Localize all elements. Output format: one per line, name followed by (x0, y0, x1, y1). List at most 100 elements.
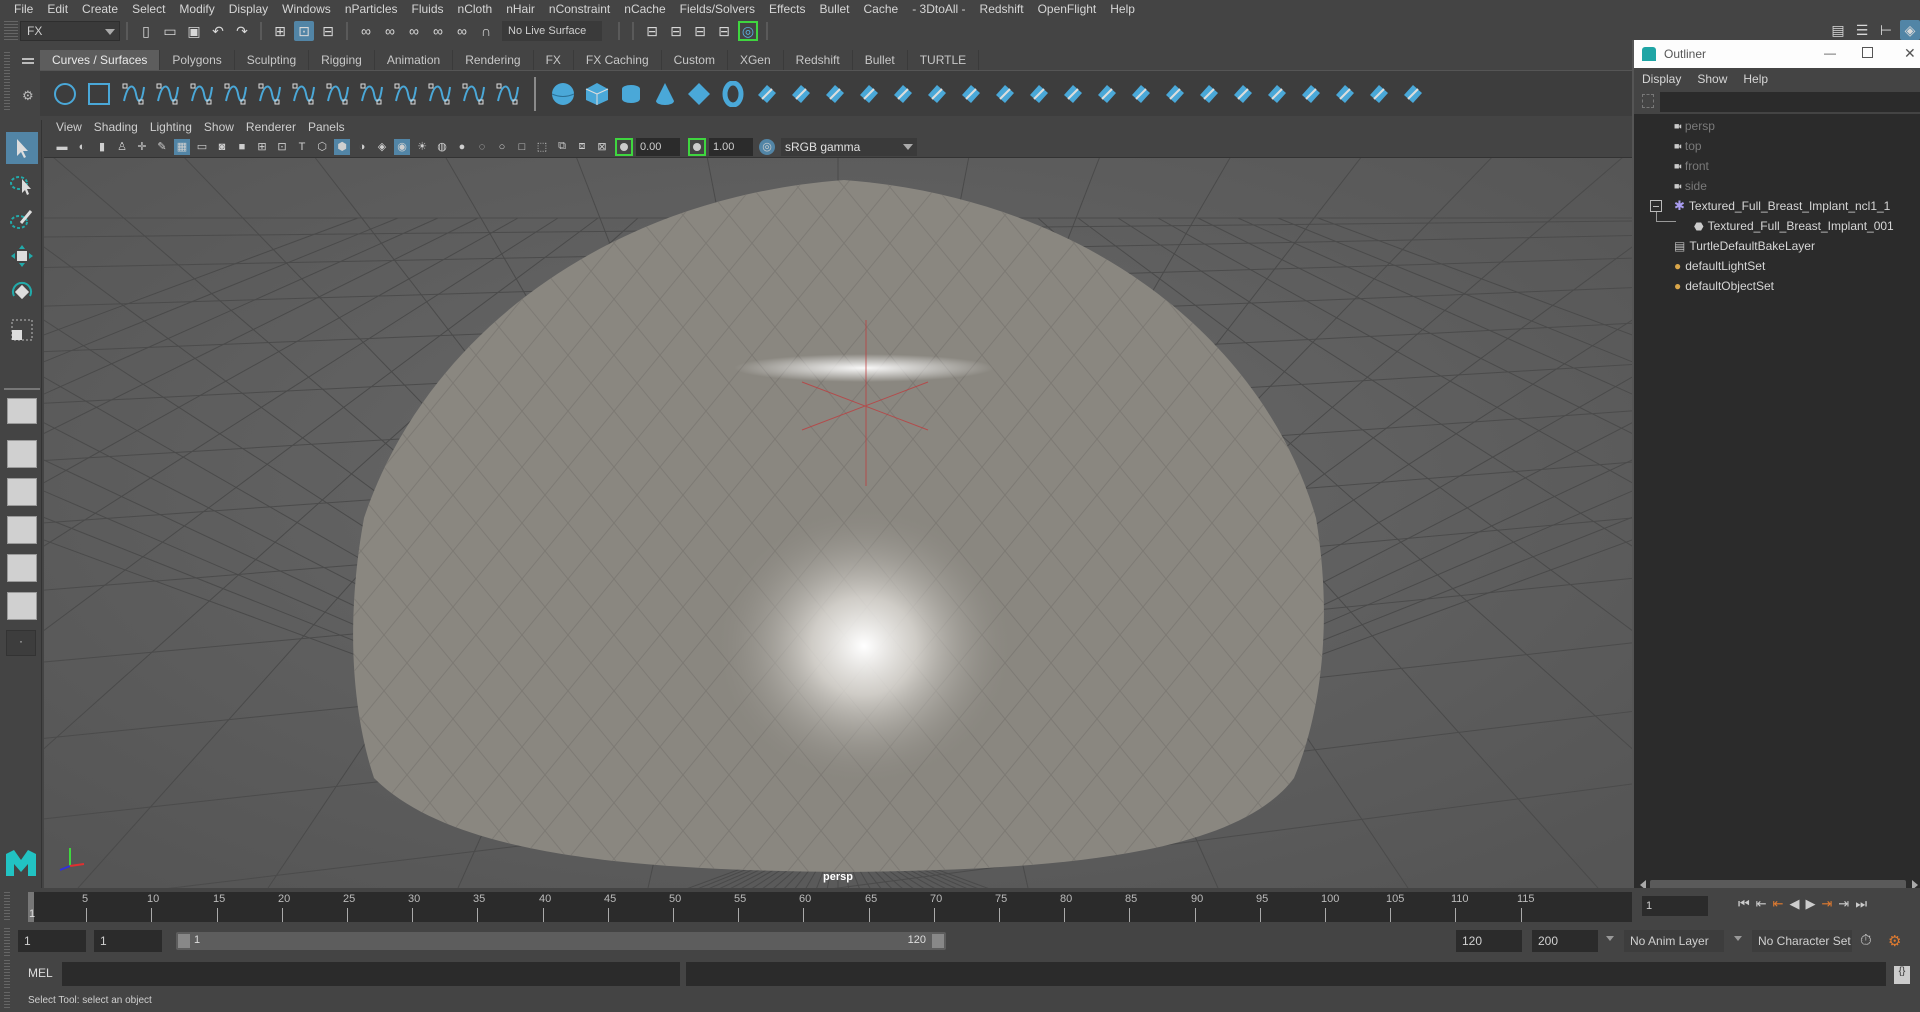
detach-curve-icon[interactable] (460, 81, 486, 107)
exposure-field[interactable]: 0.00 (636, 137, 680, 156)
menu-item[interactable]: Display (223, 2, 276, 16)
menu-item[interactable]: nCloth (452, 2, 501, 16)
panel-menu-item[interactable]: Lighting (146, 120, 200, 134)
shelf-tab[interactable]: Redshift (783, 50, 853, 70)
gamma-field[interactable]: 1.00 (709, 137, 753, 156)
menuset-dropdown[interactable]: FX (20, 21, 120, 41)
nurbs-sphere-icon[interactable] (550, 81, 576, 107)
rebuild-curve-icon[interactable] (392, 81, 418, 107)
shelf-tab[interactable]: Polygons (160, 50, 235, 70)
depth-of-field-icon[interactable]: □ (514, 139, 530, 155)
shelf-tab[interactable]: TURTLE (907, 50, 980, 70)
minimize-icon[interactable]: — (1824, 46, 1836, 60)
attach-surface-icon[interactable] (1162, 81, 1188, 107)
menu-item[interactable]: Create (76, 2, 126, 16)
isolate-select-icon[interactable]: ⬚ (534, 139, 550, 155)
outliner-item[interactable]: ▤ TurtleDefaultBakeLayer (1674, 236, 1815, 256)
shelf-settings-icon[interactable]: ⚙ (22, 88, 34, 104)
outliner-menu-item[interactable]: Display (1642, 72, 1697, 86)
color-management-icon[interactable]: ◎ (759, 138, 775, 155)
nurbs-torus-icon[interactable] (720, 80, 746, 107)
select-object-icon[interactable]: ⊡ (294, 21, 314, 41)
film-gate-icon[interactable]: ▭ (194, 139, 210, 155)
open-close-icon[interactable] (1230, 81, 1256, 107)
shadows-icon[interactable]: ◍ (434, 139, 450, 155)
view-transform-dropdown[interactable]: sRGB gamma (781, 137, 917, 156)
four-view-layout-icon[interactable] (7, 440, 37, 468)
drag-handle[interactable] (4, 52, 10, 112)
wireframe-icon[interactable]: ⬡ (314, 139, 330, 155)
viewport-persp[interactable]: persp (44, 158, 1632, 888)
xray-components-icon[interactable]: ⊠ (594, 139, 610, 155)
curve-fillet-icon[interactable] (290, 81, 316, 107)
more-layouts-icon[interactable]: · (6, 630, 36, 656)
multisample-aa-icon[interactable]: ○ (494, 139, 510, 155)
birail-icon[interactable] (890, 81, 916, 107)
untrim-icon[interactable] (1128, 81, 1154, 107)
outliner-item[interactable]: ● defaultLightSet (1674, 256, 1765, 276)
panel-menu-item[interactable]: View (52, 120, 90, 134)
pencil-curve-icon[interactable] (154, 81, 180, 107)
drag-handle[interactable] (4, 960, 10, 988)
outliner-item[interactable]: ■◖ top (1674, 136, 1702, 156)
scale-tool-icon[interactable] (6, 314, 38, 346)
save-scene-icon[interactable]: ▣ (184, 21, 204, 41)
menu-item[interactable]: Help (1104, 2, 1143, 16)
anim-layer-dropdown[interactable]: No Anim Layer (1624, 930, 1724, 952)
loft-icon[interactable] (788, 81, 814, 107)
gate-mask-icon[interactable]: ■ (234, 139, 250, 155)
square-surface-icon[interactable] (958, 81, 984, 107)
panel-menu-item[interactable]: Renderer (242, 120, 304, 134)
ipr-render-icon[interactable]: ⊟ (690, 21, 710, 41)
time-slider-track[interactable]: 1 5 10 15 20 25 30 35 40 45 50 55 60 65 70 75 80 85 90 95 1… (28, 892, 1632, 922)
persp-outliner-layout-icon[interactable] (7, 478, 37, 506)
playback-end-field[interactable]: 120 (1456, 930, 1522, 952)
mel-input[interactable] (62, 962, 680, 986)
attach-curve-icon[interactable] (426, 81, 452, 107)
hypershade-layout-icon[interactable] (7, 554, 37, 582)
grid-icon[interactable]: ▦ (174, 138, 190, 155)
panel-menu-item[interactable]: Panels (304, 120, 353, 134)
menu-item[interactable]: - 3DtoAll - (906, 2, 973, 16)
render-settings-icon[interactable]: ⊟ (642, 21, 662, 41)
revolve-icon[interactable] (754, 81, 780, 107)
select-tool-icon[interactable] (6, 132, 38, 164)
textured-icon[interactable]: ◉ (394, 138, 410, 155)
paint-select-tool-icon[interactable] (6, 204, 38, 236)
menu-item[interactable]: OpenFlight (1032, 2, 1105, 16)
snap-curve-icon[interactable]: ∞ (380, 21, 400, 41)
redo-icon[interactable]: ↷ (232, 21, 252, 41)
step-forward-key-icon[interactable]: ⇥ (1822, 896, 1833, 912)
outliner-item[interactable]: ✱ Textured_Full_Breast_Implant_ncl1_1 (1674, 196, 1890, 216)
trim-icon[interactable] (1094, 81, 1120, 107)
shelf-tab[interactable]: XGen (727, 50, 784, 70)
ep-curve-icon[interactable] (188, 81, 214, 107)
resolution-gate-icon[interactable]: ◙ (214, 139, 230, 155)
persp-graph-hypergraph-layout-icon[interactable] (7, 592, 37, 620)
snap-view-plane-icon[interactable]: ∞ (452, 21, 472, 41)
drag-handle[interactable] (4, 928, 10, 956)
script-editor-icon[interactable]: {} (1894, 966, 1910, 984)
outliner-item[interactable]: ■◖ persp (1674, 116, 1715, 136)
nurbs-cube-icon[interactable] (584, 81, 610, 107)
snap-grid-icon[interactable]: ∞ (356, 21, 376, 41)
panel-menu-item[interactable]: Shading (90, 120, 146, 134)
shelf-tab[interactable]: Rigging (309, 50, 375, 70)
use-all-lights-icon[interactable]: ☀ (414, 139, 430, 155)
nurbs-cylinder-icon[interactable] (618, 81, 644, 107)
menu-item[interactable]: Fluids (406, 2, 452, 16)
rebuild-surface-icon[interactable] (1332, 81, 1358, 107)
drag-handle[interactable] (4, 21, 18, 41)
shelf-tab[interactable]: Animation (374, 50, 454, 70)
project-curve-icon[interactable] (1060, 81, 1086, 107)
drag-handle[interactable] (4, 892, 10, 922)
select-camera-icon[interactable]: ▬ (54, 139, 70, 155)
close-icon[interactable]: ✕ (1904, 45, 1916, 62)
xray-joints-icon[interactable]: ⧈ (574, 139, 590, 155)
filter-icon[interactable] (1642, 94, 1654, 108)
image-plane-icon[interactable]: ♙ (114, 139, 130, 155)
exposure-icon[interactable] (615, 137, 633, 156)
extrude-icon[interactable] (856, 81, 882, 107)
character-set-dropdown[interactable]: No Character Set (1752, 930, 1852, 952)
outliner-item[interactable]: ■◖ side (1674, 176, 1707, 196)
